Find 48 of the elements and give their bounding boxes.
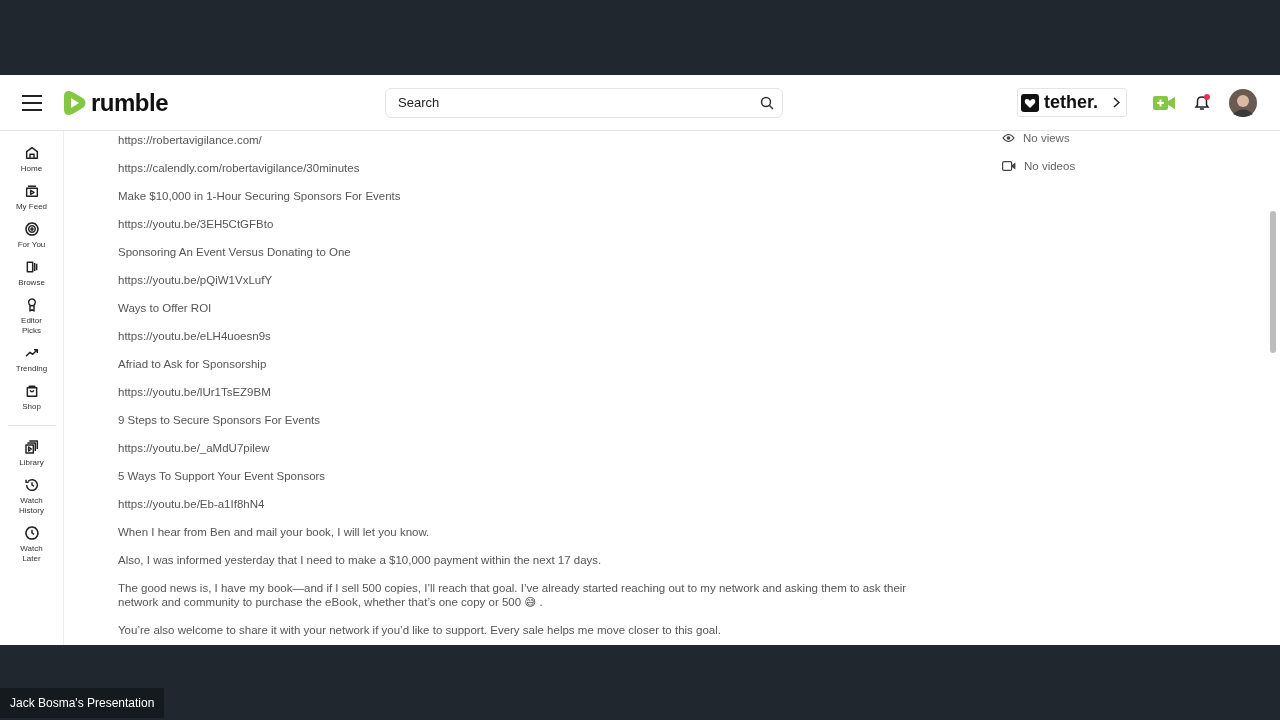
paragraph: You’re also welcome to share it with your network if you’d like to support. Every sale helps me move closer to this goal. (118, 623, 722, 637)
sidebar-item[interactable]: Watch History (12, 477, 51, 516)
paragraph: When I hear from Ben and mail your book, I will let you know. (118, 525, 431, 539)
link[interactable]: https://robertavigilance.com/ (118, 134, 262, 146)
sidebar-item[interactable]: Home (12, 145, 51, 174)
link[interactable]: https://youtu.be/lUr1TsEZ9BM (118, 386, 271, 398)
sidebar-item[interactable]: For You (12, 221, 51, 250)
link[interactable]: https://youtu.be/eLH4uoesn9s (118, 330, 271, 342)
sidebar-item[interactable]: Editor Picks (12, 297, 51, 336)
stat-text: No views (1023, 132, 1070, 144)
sidebar-item[interactable]: Trending (12, 345, 51, 374)
link[interactable]: https://youtu.be/pQiW1VxLufY (118, 274, 273, 286)
link[interactable]: https://calendly.com/robertavigilance/30minutes (118, 162, 360, 174)
sidebar-item[interactable]: Shop (12, 383, 51, 412)
sidebar-item[interactable]: Library (12, 439, 51, 468)
sidebar-item[interactable]: Watch Later (12, 525, 51, 564)
nav-icon (23, 439, 40, 455)
nav-icon (23, 183, 40, 199)
nav-icon (23, 145, 40, 161)
chevron-right-icon (1113, 97, 1120, 108)
paragraph: The good news is, I have my book—and if I sell 500 copies, I’ll reach that goal. I’ve already started reaching out to my network and asking them to ask their network and community to purchase the eBook, whether that’s one copy or 500 😅 . (118, 581, 908, 609)
paragraph: Sponsoring An Event Versus Donating to One (118, 245, 352, 259)
nav-icon (23, 221, 40, 237)
paragraph: Afriad to Ask for Sponsorship (118, 357, 268, 371)
link[interactable]: https://youtu.be/_aMdU7pilew (118, 442, 270, 454)
site-logo[interactable]: rumble (91, 88, 168, 117)
sponsor-button[interactable]: tether. (1016, 88, 1127, 117)
link[interactable]: https://youtu.be/3EH5CtGFBto (118, 218, 274, 230)
sidebar-item[interactable]: Browse (12, 259, 51, 288)
presenter-label: Jack Bosma's Presentation (0, 688, 165, 718)
paragraph: Also, I was informed yesterday that I need to make a $10,000 payment within the next 17 days. (118, 553, 603, 567)
menu-icon[interactable] (22, 94, 42, 111)
nav-icon (23, 477, 40, 493)
paragraph: Ways to Offer ROI (118, 301, 213, 315)
nav-icon (23, 525, 40, 541)
stat-text: No videos (1024, 160, 1076, 172)
play-logo-icon (63, 89, 87, 116)
sidebar-item[interactable]: My Feed (12, 183, 51, 212)
link[interactable]: https://youtu.be/Eb-a1If8hN4 (118, 498, 265, 510)
paragraph: 9 Steps to Secure Sponsors For Events (118, 413, 321, 427)
search-icon[interactable] (760, 95, 774, 110)
video-camera-icon (1002, 161, 1016, 171)
paragraph: Make $10,000 in 1-Hour Securing Sponsors For Events (118, 189, 402, 203)
search-field[interactable]: Search (385, 87, 783, 118)
bell-icon[interactable] (1193, 93, 1211, 112)
paragraph: 5 Ways To Support Your Event Sponsors (118, 469, 327, 483)
eye-icon (1002, 133, 1015, 143)
avatar[interactable] (1229, 88, 1257, 117)
